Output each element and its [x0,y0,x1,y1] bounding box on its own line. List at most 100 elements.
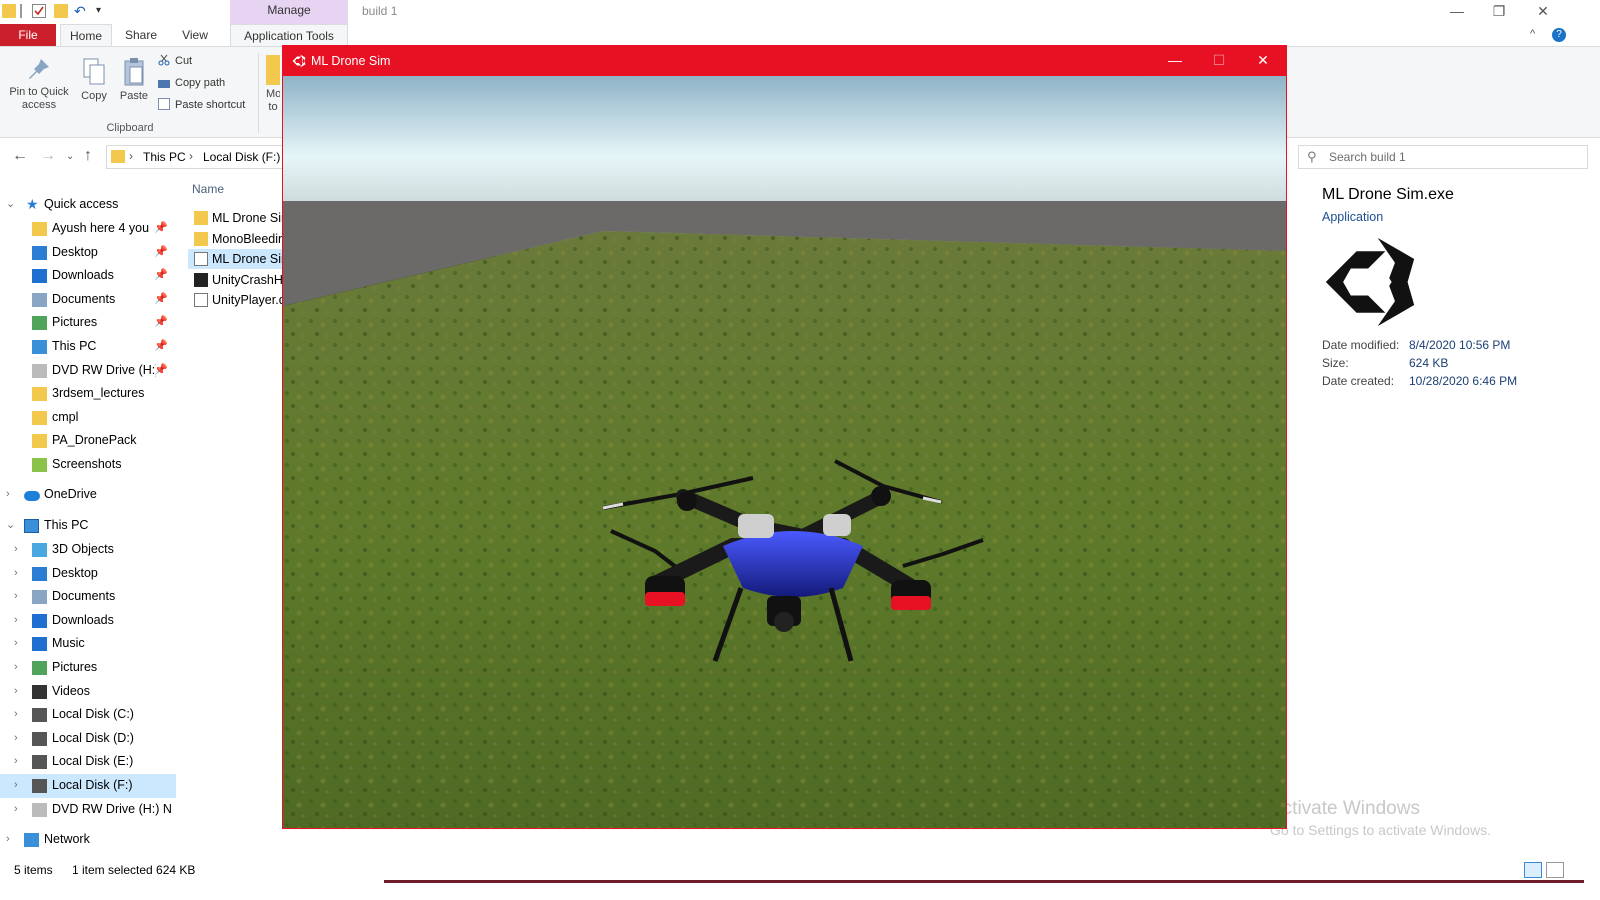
file-row[interactable]: MonoBleedingEdge [188,229,284,249]
undo-icon[interactable]: ↶ [74,4,88,18]
file-row[interactable]: ML Drone Sim.exe [188,249,284,270]
nav-quick-item[interactable]: cmpl [0,406,176,430]
nav-pc-item[interactable]: › 3D Objects [0,538,176,562]
nav-quick-item[interactable]: Desktop 📌 [0,241,176,265]
paste-shortcut-button[interactable]: Paste shortcut [158,95,245,115]
details-view-icon[interactable] [1524,862,1542,878]
nav-quick-item[interactable]: Screenshots [0,453,176,477]
game-maximize-button[interactable]: ☐ [1197,46,1241,76]
chevron-right-icon[interactable]: › [14,703,26,725]
paste-button[interactable]: Paste [116,57,152,103]
nav-quick-item[interactable]: Downloads 📌 [0,264,176,288]
status-selection: 1 item selected 624 KB [72,863,196,877]
chevron-right-icon[interactable]: › [14,774,26,796]
minimize-button[interactable]: — [1434,0,1480,24]
file-name: UnityCrashHandler64.exe [212,272,284,287]
chevron-right-icon[interactable]: › [14,562,26,584]
chevron-right-icon[interactable]: › [14,632,26,654]
breadcrumb-this-pc[interactable]: This PC [143,150,186,164]
game-minimize-button[interactable]: — [1153,46,1197,76]
nav-onedrive[interactable]: › OneDrive [0,483,176,507]
nav-quick-item[interactable]: DVD RW Drive (H:) N 📌 [0,359,176,383]
collapse-ribbon-icon[interactable]: ^ [1530,28,1535,40]
chevron-right-icon[interactable]: › [14,798,26,820]
pin-icon[interactable]: 📌 [154,359,168,381]
game-close-button[interactable]: ✕ [1241,46,1285,76]
nav-quick-access[interactable]: ⌄ ★ Quick access [0,193,176,217]
close-button[interactable]: ✕ [1520,0,1566,24]
pin-to-quick-access-button[interactable]: Pin to Quick access [4,57,74,112]
game-viewport[interactable] [283,76,1286,828]
tab-share[interactable]: Share [118,24,164,46]
tab-file[interactable]: File [0,24,56,46]
chevron-right-icon[interactable]: › [14,727,26,749]
nav-quick-item[interactable]: Pictures 📌 [0,311,176,335]
nav-pc-item[interactable]: › Videos [0,680,176,704]
chevron-right-icon[interactable]: › [14,585,26,607]
nav-quick-item[interactable]: 3rdsem_lectures [0,382,176,406]
pin-icon[interactable]: 📌 [154,241,168,263]
pin-icon[interactable]: 📌 [154,217,168,239]
chevron-down-icon[interactable]: ⌄ [6,514,18,536]
chevron-down-icon[interactable]: ⌄ [6,193,18,215]
nav-pc-item[interactable]: › Local Disk (C:) [0,703,176,727]
nav-this-pc[interactable]: ⌄ This PC [0,514,176,538]
copy-button[interactable]: Copy [76,57,112,103]
nav-quick-item[interactable]: PA_DronePack [0,429,176,453]
nav-pc-item[interactable]: › Documents [0,585,176,609]
back-arrow-icon[interactable]: ← [12,147,28,165]
nav-network[interactable]: › Network [0,828,176,852]
chevron-right-icon[interactable]: › [6,828,18,850]
recent-locations-icon[interactable]: ⌄ [66,151,74,162]
chevron-right-icon[interactable]: › [14,538,26,560]
breadcrumb-local-disk-f[interactable]: Local Disk (F:) [203,150,280,164]
chevron-right-icon[interactable]: › [14,609,26,631]
game-title-bar[interactable]: ML Drone Sim — ☐ ✕ [283,46,1286,76]
nav-pc-item[interactable]: › DVD RW Drive (H:) NEV [0,798,176,822]
restore-button[interactable]: ❐ [1476,0,1522,24]
nav-pc-item[interactable]: › Pictures [0,656,176,680]
nav-pc-item[interactable]: › Local Disk (E:) [0,750,176,774]
videos-icon [32,684,47,699]
up-arrow-icon[interactable]: ↑ [84,147,92,165]
game-window[interactable]: ML Drone Sim — ☐ ✕ [282,45,1287,829]
nav-quick-item[interactable]: Documents 📌 [0,288,176,312]
nav-quick-item[interactable]: Ayush here 4 you 📌 [0,217,176,241]
file-row[interactable]: UnityCrashHandler64.exe [188,270,284,290]
file-row[interactable]: ML Drone Sim_Data [188,208,284,228]
move-to-button[interactable]: Mo to [266,55,280,114]
chevron-right-icon[interactable]: › [14,680,26,702]
chevron-right-icon[interactable]: › [14,750,26,772]
tab-application-tools[interactable]: Application Tools [230,24,348,46]
file-name: MonoBleedingEdge [212,231,284,246]
column-header-name[interactable]: Name [192,182,224,196]
nav-pc-item[interactable]: › Downloads [0,609,176,633]
large-icons-view-icon[interactable] [1546,862,1564,878]
nav-pc-item[interactable]: › Desktop [0,562,176,586]
explorer-title-bar: ↶ ▾ Manage build 1 — ❐ ✕ [0,0,1600,24]
copy-path-button[interactable]: Copy path [158,73,225,93]
nav-quick-item[interactable]: This PC 📌 [0,335,176,359]
nav-pc-item[interactable]: › Local Disk (F:) [0,774,176,798]
cut-button[interactable]: Cut [158,51,192,71]
customize-toolbar-icon[interactable]: ▾ [96,4,110,18]
tab-home[interactable]: Home [60,24,112,46]
forward-arrow-icon[interactable]: → [40,147,56,165]
nav-pc-item[interactable]: › Music [0,632,176,656]
downloads-icon [32,613,47,628]
new-folder-icon[interactable] [54,4,68,18]
pin-icon[interactable]: 📌 [154,311,168,333]
search-input[interactable]: ⚲ Search build 1 [1298,145,1588,169]
pin-icon[interactable]: 📌 [154,264,168,286]
tab-view[interactable]: View [172,24,218,46]
chevron-right-icon[interactable]: › [6,483,18,505]
properties-icon[interactable] [32,4,46,18]
search-icon: ⚲ [1307,149,1317,164]
help-icon[interactable]: ? [1552,28,1566,42]
file-name: UnityPlayer.dll [212,293,284,308]
pin-icon[interactable]: 📌 [154,288,168,310]
chevron-right-icon[interactable]: › [14,656,26,678]
pin-icon[interactable]: 📌 [154,335,168,357]
nav-pc-item[interactable]: › Local Disk (D:) [0,727,176,751]
file-row[interactable]: UnityPlayer.dll [188,290,284,310]
